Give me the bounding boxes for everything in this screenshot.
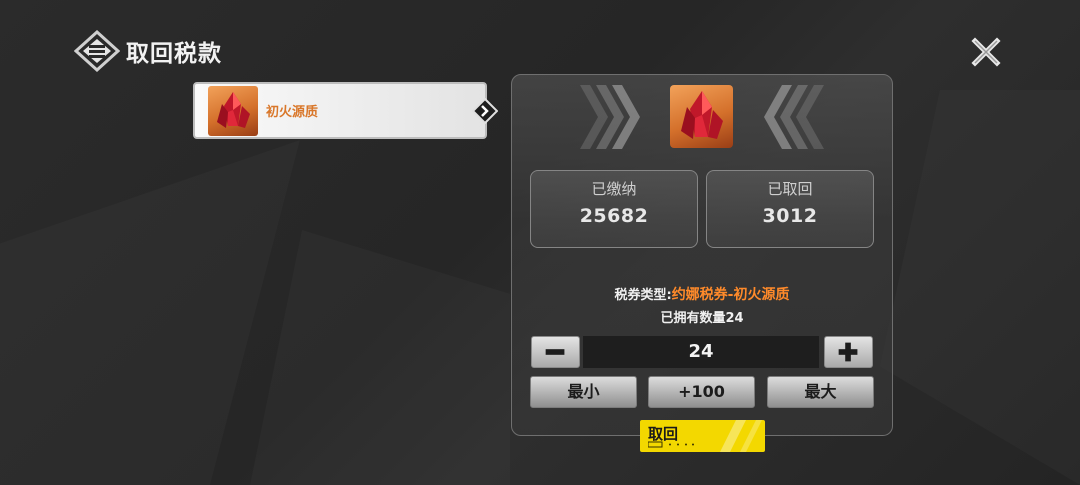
background-shard — [250, 230, 510, 485]
min-button[interactable]: 最小 — [530, 376, 637, 408]
red-crystal-icon — [670, 85, 733, 148]
decorative-stripe — [720, 420, 762, 452]
decorative-dots-icon — [648, 441, 694, 448]
retrieve-button[interactable]: 取回 — [640, 420, 765, 452]
retrieved-label: 已取回 — [767, 180, 813, 198]
background-shard — [0, 140, 300, 485]
minus-icon — [545, 349, 565, 355]
retrieved-stat: 已取回 3012 — [706, 170, 874, 248]
item-list-entry[interactable]: 初火源质 — [193, 82, 487, 139]
ticket-type-value: 约娜税券-初火源质 — [671, 287, 790, 303]
paid-value: 25682 — [579, 205, 649, 227]
ticket-type: 税券类型:约娜税券-初火源质 — [511, 284, 893, 304]
red-crystal-icon — [208, 85, 258, 136]
plus-icon — [838, 342, 858, 362]
chevron-right-icon — [472, 98, 498, 124]
quantity-input[interactable]: 24 — [583, 336, 819, 368]
plus-100-button[interactable]: +100 — [648, 376, 755, 408]
retrieved-value: 3012 — [762, 205, 818, 227]
emblem-icon — [74, 30, 120, 72]
decrease-button[interactable] — [531, 336, 580, 368]
chevrons-left-icon — [764, 85, 824, 149]
close-icon[interactable] — [968, 34, 1004, 70]
increase-button[interactable] — [824, 336, 873, 368]
paid-label: 已缴纳 — [591, 180, 637, 198]
page-header: 取回税款 — [74, 30, 222, 72]
paid-stat: 已缴纳 25682 — [530, 170, 698, 248]
item-name: 初火源质 — [266, 105, 319, 120]
ticket-type-label: 税券类型: — [614, 288, 672, 303]
background-shard — [880, 90, 1080, 485]
chevrons-right-icon — [580, 85, 640, 149]
max-button[interactable]: 最大 — [767, 376, 874, 408]
owned-count: 已拥有数量24 — [660, 311, 744, 326]
page-title: 取回税款 — [126, 41, 222, 67]
